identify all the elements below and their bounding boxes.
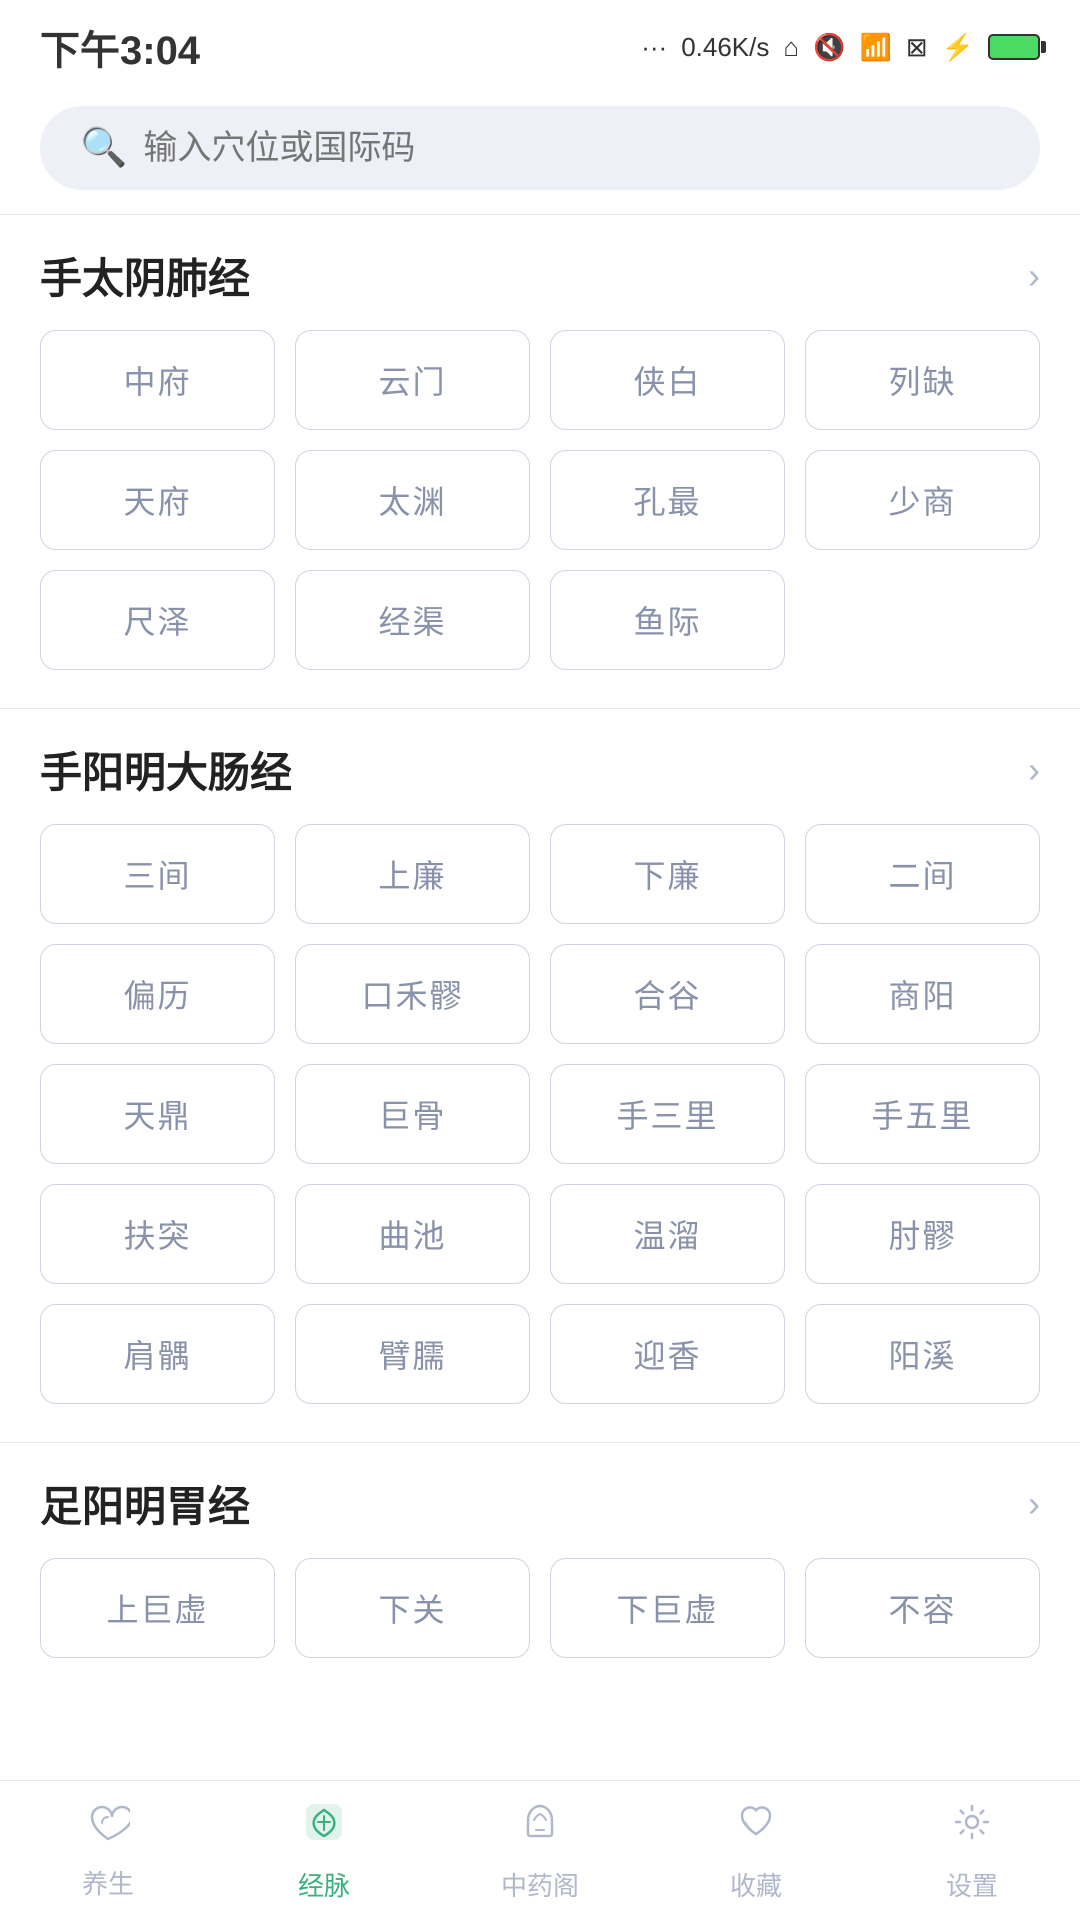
nav-label-zhongyao: 中药阁 [501,1866,579,1903]
acupoint-btn-burong[interactable]: 不容 [805,1558,1040,1658]
acupoint-btn-sanjian[interactable]: 三间 [40,824,275,924]
nav-item-shoucang[interactable]: 收藏 [648,1798,864,1903]
nav-item-zhongyao[interactable]: 中药阁 [432,1798,648,1903]
acupoint-btn-futu[interactable]: 扶突 [40,1184,275,1284]
acupoint-btn-kongzui[interactable]: 孔最 [550,450,785,550]
nav-icon-shoucang [732,1798,780,1858]
acupoint-btn-yingxiang[interactable]: 迎香 [550,1304,785,1404]
search-icon: 🔍 [80,126,127,170]
bluetooth-icon: ⌂ [783,32,799,63]
nav-icon-zhongyao [516,1798,564,1858]
acupoint-btn-wenliu[interactable]: 温溜 [550,1184,785,1284]
acupoint-btn-shousanli[interactable]: 手三里 [550,1064,785,1164]
acupoint-btn-yunmen[interactable]: 云门 [295,330,530,430]
acupoint-btn-shangyang[interactable]: 商阳 [805,944,1040,1044]
section-header-li[interactable]: 手阳明大肠经 › [40,709,1040,824]
chevron-right-icon-lung: › [1028,255,1040,297]
search-input[interactable] [143,129,1000,168]
search-container: 🔍 [0,86,1080,214]
acupoint-btn-shouwuli[interactable]: 手五里 [805,1064,1040,1164]
section-title-lung: 手太阴肺经 [40,245,250,306]
nav-item-yangsheng[interactable]: 养生 [0,1801,216,1901]
acupoint-btn-xiabai[interactable]: 侠白 [550,330,785,430]
status-time: 下午3:04 [40,18,200,76]
nav-item-shezhi[interactable]: 设置 [864,1798,1080,1903]
acupoint-btn-jingqu[interactable]: 经渠 [295,570,530,670]
acupoint-btn-lieque[interactable]: 列缺 [805,330,1040,430]
acupoint-btn-yuji[interactable]: 鱼际 [550,570,785,670]
acupoint-btn-shanglian[interactable]: 上廉 [295,824,530,924]
nav-label-yangsheng: 养生 [82,1864,134,1901]
acupoint-grid-lung: 中府 云门 侠白 列缺 天府 太渊 孔最 少商 尺泽 经渠 鱼际 [40,330,1040,698]
acupoint-btn-xiajuxu[interactable]: 下巨虚 [550,1558,785,1658]
chevron-right-icon-li: › [1028,749,1040,791]
acupoint-btn-pianli[interactable]: 偏历 [40,944,275,1044]
wifi-icon: 📶 [859,32,891,63]
acupoint-btn-jianyu[interactable]: 肩髃 [40,1304,275,1404]
chevron-right-icon-st: › [1028,1483,1040,1525]
acupoint-btn-hegu[interactable]: 合谷 [550,944,785,1044]
status-bar: 下午3:04 ··· 0.46K/s ⌂ 🔇 📶 ⊠ ⚡ [0,0,1080,86]
acupoint-btn-binao[interactable]: 臂臑 [295,1304,530,1404]
acupoint-btn-yangxi[interactable]: 阳溪 [805,1304,1040,1404]
sim-icon: ⊠ [906,32,928,63]
acupoint-btn-tianfu[interactable]: 天府 [40,450,275,550]
status-icons: ··· 0.46K/s ⌂ 🔇 📶 ⊠ ⚡ [641,32,1040,63]
bottom-nav: 养生 经脉 中药阁 收藏 [0,1780,1080,1920]
acupoint-btn-tianding[interactable]: 天鼎 [40,1064,275,1164]
acupoint-btn-zhouliao[interactable]: 肘髎 [805,1184,1040,1284]
acupoint-btn-quchi[interactable]: 曲池 [295,1184,530,1284]
nav-icon-shezhi [948,1798,996,1858]
acupoint-btn-zhongfu[interactable]: 中府 [40,330,275,430]
section-title-st: 足阳明胃经 [40,1473,250,1534]
battery-indicator [988,34,1040,60]
search-bar[interactable]: 🔍 [40,106,1040,190]
acupoint-btn-taiyuan[interactable]: 太渊 [295,450,530,550]
main-content: 手太阴肺经 › 中府 云门 侠白 列缺 天府 太渊 孔最 少商 尺泽 经渠 鱼际… [0,215,1080,1856]
acupoint-grid-li: 三间 上廉 下廉 二间 偏历 口禾髎 合谷 商阳 天鼎 巨骨 手三里 手五里 扶… [40,824,1040,1432]
acupoint-btn-shaoshang[interactable]: 少商 [805,450,1040,550]
signal-icon: ··· [641,32,667,63]
acupoint-btn-chize[interactable]: 尺泽 [40,570,275,670]
acupoint-btn-shangjuxu[interactable]: 上巨虚 [40,1558,275,1658]
charging-icon: ⚡ [942,32,974,63]
nav-label-jingmai: 经脉 [298,1866,350,1903]
nav-label-shoucang: 收藏 [730,1866,782,1903]
acupoint-btn-jugu[interactable]: 巨骨 [295,1064,530,1164]
acupoint-btn-kouheliao[interactable]: 口禾髎 [295,944,530,1044]
section-header-lung[interactable]: 手太阴肺经 › [40,215,1040,330]
section-largeintestine: 手阳明大肠经 › 三间 上廉 下廉 二间 偏历 口禾髎 合谷 商阳 天鼎 巨骨 … [0,709,1080,1432]
speed-indicator: 0.46K/s [681,32,769,63]
acupoint-btn-xiaguan[interactable]: 下关 [295,1558,530,1658]
nav-label-shezhi: 设置 [946,1866,998,1903]
nav-icon-yangsheng [86,1801,130,1856]
section-header-st[interactable]: 足阳明胃经 › [40,1443,1040,1558]
mute-icon: 🔇 [813,32,845,63]
acupoint-btn-erjian[interactable]: 二间 [805,824,1040,924]
acupoint-grid-st: 上巨虚 下关 下巨虚 不容 [40,1558,1040,1686]
section-stomach: 足阳明胃经 › 上巨虚 下关 下巨虚 不容 [0,1443,1080,1686]
acupoint-btn-xialian[interactable]: 下廉 [550,824,785,924]
nav-item-jingmai[interactable]: 经脉 [216,1798,432,1903]
section-lung: 手太阴肺经 › 中府 云门 侠白 列缺 天府 太渊 孔最 少商 尺泽 经渠 鱼际 [0,215,1080,698]
section-title-li: 手阳明大肠经 [40,739,292,800]
nav-icon-jingmai [300,1798,348,1858]
